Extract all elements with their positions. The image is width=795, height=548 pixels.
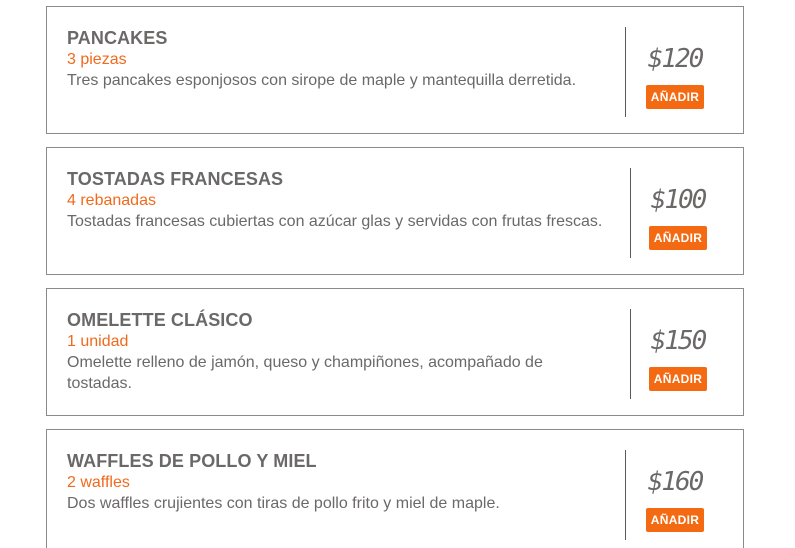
menu-item-info: PANCAKES 3 piezas Tres pancakes esponjos… (67, 27, 607, 91)
menu-item-name: PANCAKES (67, 28, 168, 48)
menu-item-price: $100 (650, 185, 708, 215)
card-divider (625, 450, 626, 540)
card-divider (630, 168, 631, 258)
card-divider (625, 27, 626, 117)
menu-list: PANCAKES 3 piezas Tres pancakes esponjos… (0, 0, 795, 548)
menu-item-price-box: $120 AÑADIR (635, 43, 715, 109)
menu-item-info: TOSTADAS FRANCESAS 4 rebanadas Tostadas … (67, 168, 607, 232)
add-button[interactable]: AÑADIR (648, 226, 708, 250)
add-button[interactable]: AÑADIR (645, 508, 705, 532)
menu-item-description: Dos waffles crujientes con tiras de poll… (67, 495, 500, 512)
menu-item-card: OMELETTE CLÁSICO 1 unidad Omelette relle… (46, 288, 744, 416)
menu-item-info: OMELETTE CLÁSICO 1 unidad Omelette relle… (67, 309, 607, 394)
menu-item-price-box: $150 AÑADIR (638, 325, 718, 391)
menu-item-price-box: $100 AÑADIR (638, 184, 718, 250)
menu-item-price: $160 (647, 467, 705, 497)
add-button[interactable]: AÑADIR (648, 367, 708, 391)
menu-item-quantity: 4 rebanadas (67, 192, 156, 209)
menu-item-description: Omelette relleno de jamón, queso y champ… (67, 354, 543, 392)
menu-item-quantity: 2 waffles (67, 474, 130, 491)
menu-item-name: OMELETTE CLÁSICO (67, 310, 253, 330)
menu-item-description: Tres pancakes esponjosos con sirope de m… (67, 72, 577, 89)
menu-item-name: TOSTADAS FRANCESAS (67, 169, 284, 189)
menu-item-price-box: $160 AÑADIR (635, 466, 715, 532)
add-button[interactable]: AÑADIR (645, 85, 705, 109)
menu-item-card: PANCAKES 3 piezas Tres pancakes esponjos… (46, 6, 744, 134)
card-divider (630, 309, 631, 399)
menu-item-info: WAFFLES DE POLLO Y MIEL 2 waffles Dos wa… (67, 450, 607, 514)
menu-item-description: Tostadas francesas cubiertas con azúcar … (67, 213, 603, 230)
menu-item-card: WAFFLES DE POLLO Y MIEL 2 waffles Dos wa… (46, 429, 744, 548)
menu-item-price: $150 (650, 326, 708, 356)
menu-item-price: $120 (647, 44, 705, 74)
menu-item-quantity: 1 unidad (67, 333, 129, 350)
menu-item-name: WAFFLES DE POLLO Y MIEL (67, 451, 317, 471)
menu-item-quantity: 3 piezas (67, 51, 127, 68)
menu-item-card: TOSTADAS FRANCESAS 4 rebanadas Tostadas … (46, 147, 744, 275)
